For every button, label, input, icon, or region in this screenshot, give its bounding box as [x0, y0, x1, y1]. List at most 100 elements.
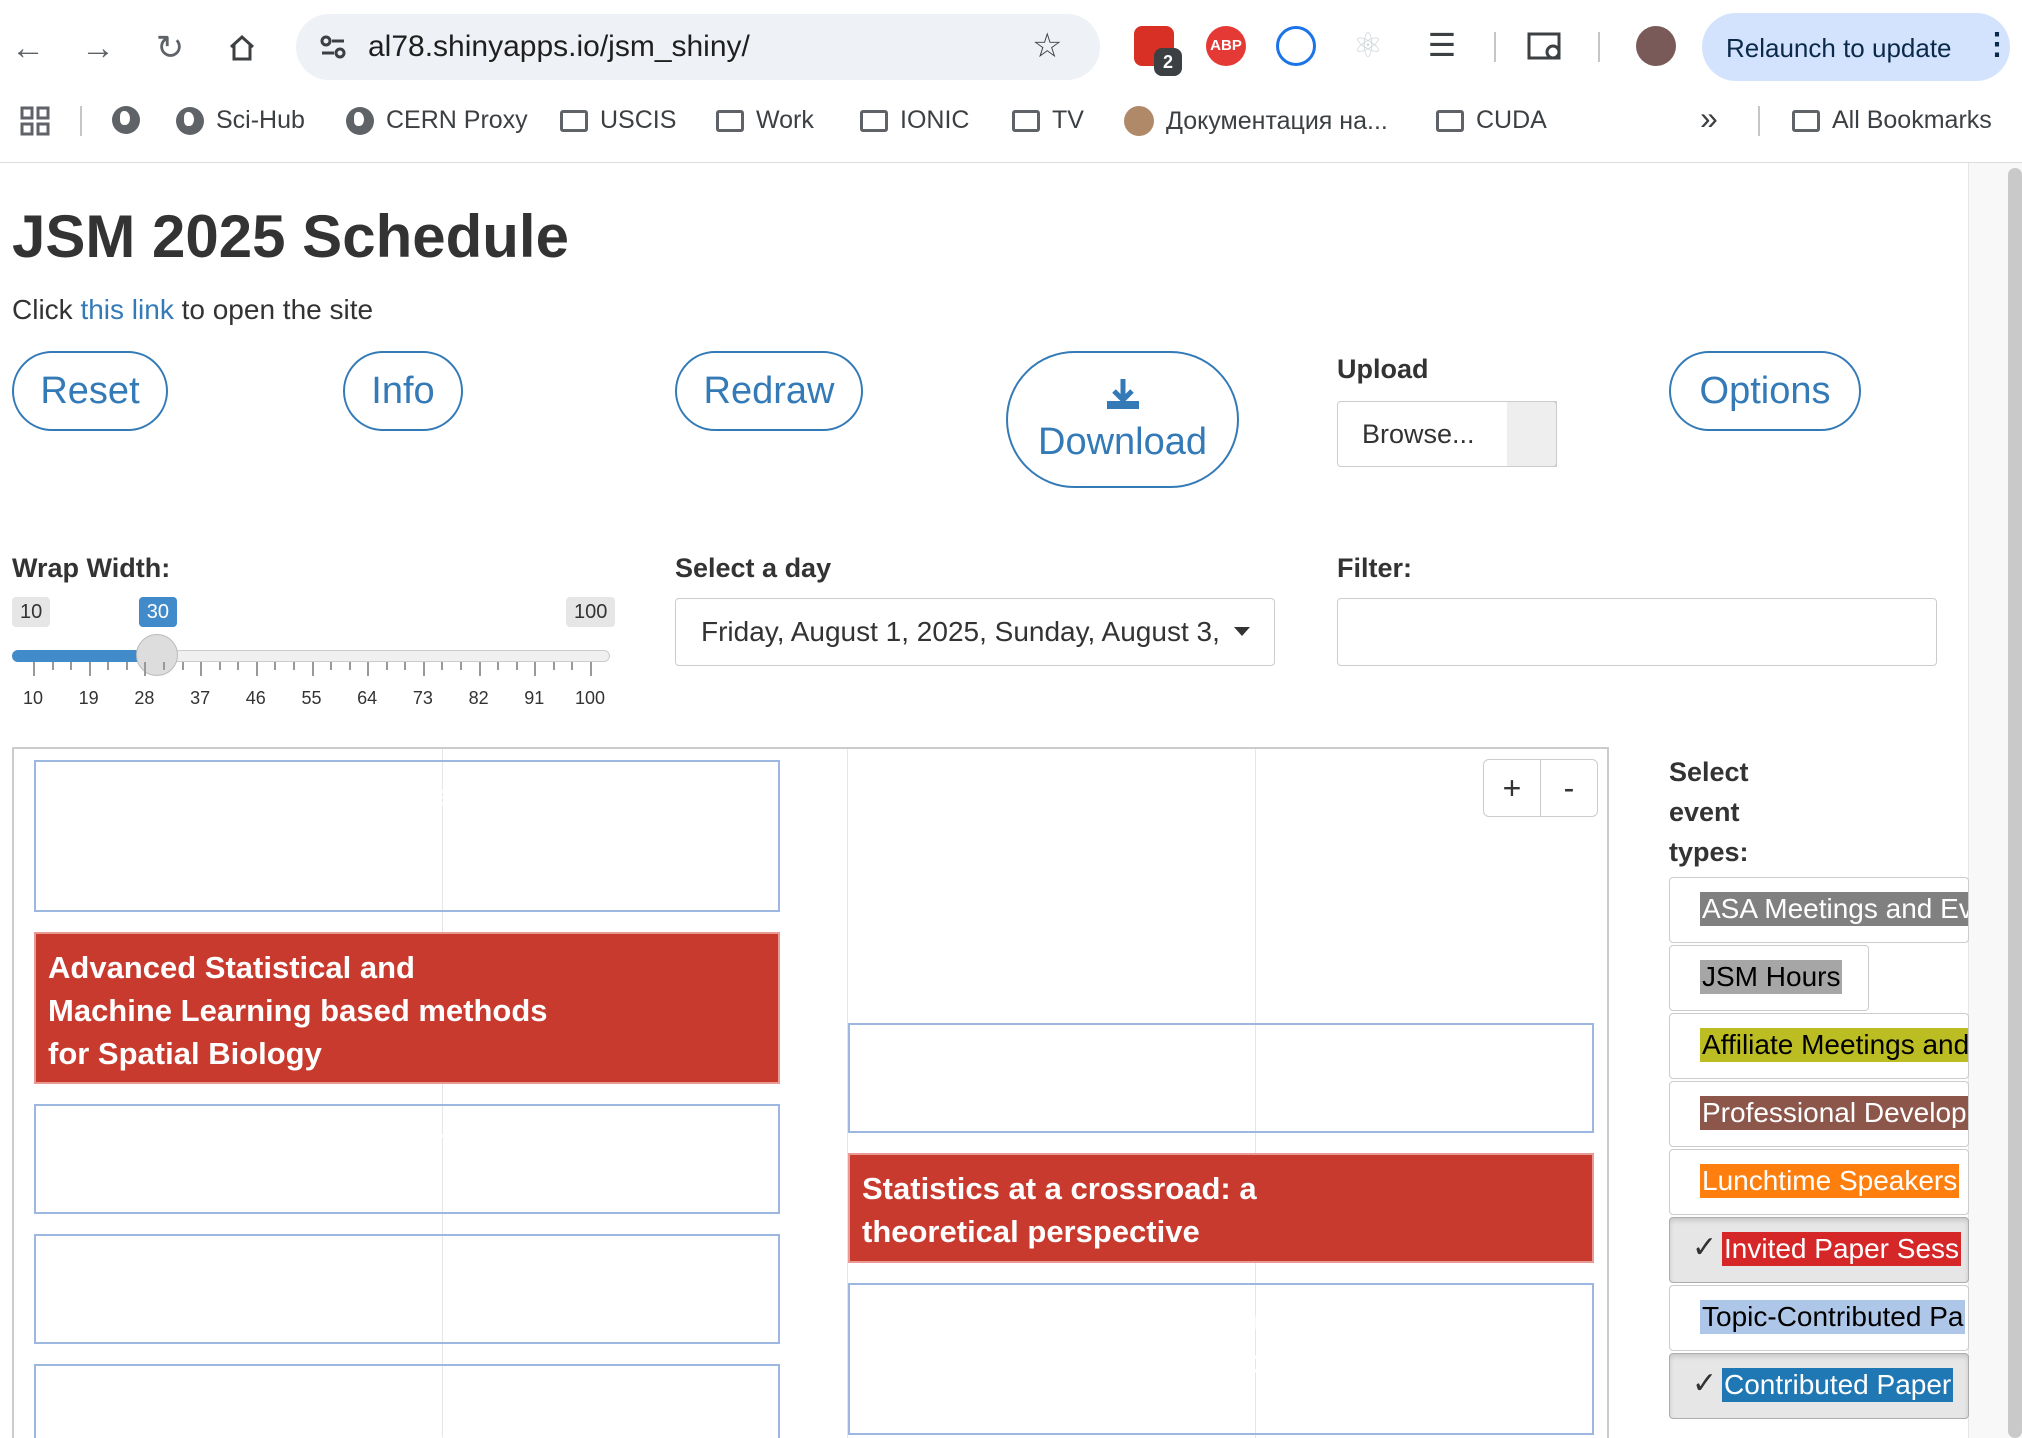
folder-icon — [1436, 109, 1464, 132]
extensions-puzzle-icon[interactable]: ☰ — [1422, 26, 1462, 66]
event-title: Series Data and Change Point — [862, 1344, 1303, 1379]
event-box[interactable]: Advanced Statistical and Machine Learning… — [34, 932, 780, 1084]
slider-tick-minor — [515, 662, 518, 670]
adblock-icon[interactable]: ABP — [1206, 26, 1246, 66]
browser-chrome: ← → ↻ al78.shinyapps.io/jsm_shiny/ ☆ 2 A… — [0, 0, 2022, 163]
slider-tick-major — [311, 662, 314, 676]
bookmarks-divider — [1758, 106, 1760, 136]
event-type-label: Contributed Paper — [1722, 1368, 1954, 1402]
extension-mail-icon[interactable]: 2 — [1134, 26, 1182, 76]
apps-grid-icon[interactable] — [20, 106, 50, 141]
relaunch-button[interactable]: Relaunch to update ⋮ — [1702, 13, 2012, 81]
kebab-menu-icon[interactable]: ⋮ — [1982, 27, 2012, 62]
event-box[interactable]: Survival Analysis in Clinical Trials: Inn… — [34, 760, 780, 912]
event-title: Applications — [48, 864, 235, 899]
bookmark-tv[interactable]: TV — [1012, 106, 1084, 135]
event-type-toggle[interactable]: Affiliate Meetings and — [1669, 1013, 1969, 1079]
more-bookmarks-icon[interactable]: » — [1700, 100, 1718, 137]
redraw-button[interactable]: Redraw — [675, 351, 863, 431]
react-devtools-icon[interactable]: ⚛ — [1348, 26, 1388, 66]
options-button[interactable]: Options — [1669, 351, 1861, 431]
event-type-toggle[interactable]: Professional Developm — [1669, 1081, 1969, 1147]
slider-tick-label: 91 — [524, 688, 545, 708]
slider-value-label: 30 — [138, 597, 178, 627]
home-icon[interactable] — [218, 24, 266, 72]
info-button[interactable]: Info — [343, 351, 463, 431]
site-link[interactable]: this link — [80, 294, 173, 325]
slider-tick-minor — [274, 662, 277, 670]
event-box[interactable]: Statistical Methods for Time Series Data … — [848, 1283, 1594, 1435]
bookmark-uscis[interactable]: USCIS — [560, 106, 676, 135]
slider-tick-major — [534, 662, 537, 676]
bookmark-globe[interactable] — [112, 106, 140, 134]
filter-input[interactable] — [1337, 598, 1937, 666]
tab-search-icon[interactable] — [1526, 26, 1566, 66]
event-box[interactable]: Advances in Causal Inference Methodology — [34, 1104, 780, 1214]
forward-icon[interactable]: → — [74, 24, 122, 72]
slider-tick-label: 37 — [190, 688, 211, 708]
profile-avatar[interactable] — [1636, 26, 1676, 66]
bookmark-work[interactable]: Work — [716, 106, 814, 135]
event-type-toggle[interactable]: ✓ Contributed Paper — [1669, 1353, 1969, 1419]
toolbar-divider — [1598, 32, 1600, 62]
zoom-out-button[interactable]: - — [1540, 759, 1598, 817]
slider-tick-label: 64 — [357, 688, 378, 708]
reset-button[interactable]: Reset — [12, 351, 168, 431]
bookmark-scihub[interactable]: Sci-Hub — [176, 106, 305, 135]
back-icon[interactable]: ← — [4, 24, 52, 72]
wrap-width-label: Wrap Width: — [12, 553, 171, 583]
event-type-toggle[interactable]: Topic-Contributed Pa — [1669, 1285, 1969, 1351]
event-box[interactable]: Structure Learning and Dimension Reductio… — [848, 1023, 1594, 1133]
event-title: and Complex Data Sets — [48, 1295, 393, 1330]
bookmark-label: Sci-Hub — [216, 106, 305, 134]
bookmark-label: TV — [1052, 106, 1084, 134]
slider-tick-label: 46 — [245, 688, 266, 708]
slider-tick-major — [255, 662, 258, 676]
all-bookmarks[interactable]: All Bookmarks — [1792, 106, 1992, 135]
slider-tick-label: 55 — [301, 688, 322, 708]
slider-tick-minor — [348, 662, 351, 670]
event-type-label: Lunchtime Speakers — [1700, 1164, 1960, 1198]
chat-extension-icon[interactable] — [1276, 26, 1316, 66]
bookmark-star-icon[interactable]: ☆ — [1032, 26, 1062, 66]
folder-icon — [716, 109, 744, 132]
slider-max-label: 100 — [566, 597, 616, 627]
bookmark-cuda[interactable]: CUDA — [1436, 106, 1547, 135]
bookmark-cern-proxy[interactable]: CERN Proxy — [346, 106, 528, 135]
bookmark-ionic[interactable]: IONIC — [860, 106, 969, 135]
event-box[interactable]: Bayesian Hierarchical and Latent Variable… — [34, 1364, 780, 1438]
day-select-value: Friday, August 1, 2025, Sunday, August 3… — [701, 616, 1220, 647]
download-button[interactable]: Download — [1006, 351, 1239, 488]
subtitle-suffix: to open the site — [173, 294, 374, 325]
event-title: Trials: Innovative Methods and — [48, 821, 502, 856]
site-settings-icon[interactable] — [318, 32, 348, 67]
event-types-label-line: Select — [1669, 757, 1749, 787]
event-type-label: JSM Hours — [1700, 960, 1843, 994]
event-box[interactable]: Bayesian Analysis of Massive and Complex … — [34, 1234, 780, 1344]
event-box[interactable]: Statistics at a crossroad: a theoretical … — [848, 1153, 1594, 1263]
address-bar[interactable]: al78.shinyapps.io/jsm_shiny/ ☆ — [296, 14, 1100, 80]
event-type-toggle[interactable]: ✓ Invited Paper Sess — [1669, 1217, 1969, 1283]
bookmark-label: Документация на... — [1166, 106, 1388, 135]
event-type-toggle[interactable]: ASA Meetings and Ev — [1669, 877, 1969, 943]
zoom-in-button[interactable]: + — [1483, 759, 1541, 817]
event-type-toggle[interactable]: JSM Hours — [1669, 945, 1869, 1011]
slider-tick-minor — [218, 662, 221, 670]
page-scrollbar-thumb[interactable] — [2008, 168, 2022, 1438]
slider-tick-label: 10 — [22, 688, 44, 708]
schedule-timeline[interactable]: Survival Analysis in Clinical Trials: Inn… — [12, 747, 1609, 1438]
slider-handle[interactable] — [135, 634, 178, 676]
event-title: Survival Analysis in Clinical — [48, 778, 459, 813]
bookmark-documentation[interactable]: Документация на... — [1124, 106, 1388, 136]
event-type-toggle[interactable]: Lunchtime Speakers — [1669, 1149, 1969, 1215]
event-type-label: Invited Paper Sess — [1722, 1232, 1962, 1266]
event-title: Dimension Reduction — [862, 1084, 1181, 1119]
event-title: Bayesian Analysis of Massive — [48, 1252, 487, 1287]
bookmark-label: Work — [756, 106, 814, 134]
reload-icon[interactable]: ↻ — [146, 24, 194, 72]
slider-tick-minor — [404, 662, 407, 670]
upload-filename-field[interactable] — [1507, 401, 1557, 467]
event-type-label: ASA Meetings and Ev — [1700, 892, 1968, 926]
day-select[interactable]: Friday, August 1, 2025, Sunday, August 3… — [675, 598, 1275, 666]
event-title: Statistics at a crossroad: a — [862, 1171, 1257, 1206]
